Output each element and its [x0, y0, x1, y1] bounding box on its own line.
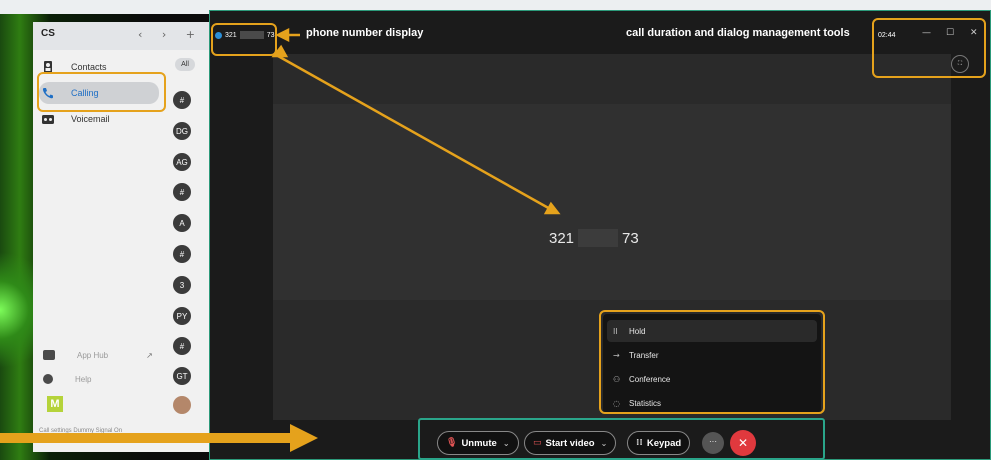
user-initials[interactable]: CS: [41, 28, 63, 44]
annotation-box-calling: [37, 72, 166, 112]
contact-avatar[interactable]: 3: [173, 276, 191, 294]
external-link-icon: ↗: [146, 350, 153, 360]
app-logo: M: [47, 396, 63, 412]
redaction-mask: [578, 229, 619, 247]
nav-label-voicemail: Voicemail: [71, 114, 110, 124]
settings-row[interactable]: Call settings Dummy Signal On: [39, 428, 122, 434]
nav-item-app-hub[interactable]: App Hub ↗: [43, 350, 153, 360]
contact-avatar[interactable]: PY: [173, 307, 191, 325]
annotation-box-menu: [599, 310, 825, 414]
contact-avatar[interactable]: #: [173, 91, 191, 109]
contact-avatar[interactable]: DG: [173, 122, 191, 140]
help-label: Help: [75, 374, 92, 384]
contact-photo-avatar[interactable]: [173, 396, 191, 414]
filter-all-button[interactable]: All: [175, 58, 195, 71]
app-hub-icon: [43, 350, 55, 360]
contact-avatar[interactable]: #: [173, 183, 191, 201]
big-number-suffix: 73: [622, 229, 639, 247]
contact-avatar[interactable]: GT: [173, 367, 191, 385]
annotation-phone-label: phone number display: [306, 27, 424, 39]
caller-number-display: 321 73: [549, 229, 639, 247]
contact-avatar[interactable]: #: [173, 245, 191, 263]
nav-label-contacts: Contacts: [71, 62, 107, 72]
nav-controls[interactable]: ‹ › +: [138, 28, 203, 41]
annotation-box-toolbar: [418, 418, 825, 460]
contact-avatar[interactable]: #: [173, 337, 191, 355]
contact-avatar[interactable]: AG: [173, 153, 191, 171]
voicemail-icon: [39, 112, 57, 126]
app-hub-label: App Hub: [77, 350, 109, 360]
big-number-prefix: 321: [549, 229, 575, 247]
app-header: CS ‹ › +: [33, 22, 209, 50]
stage-band: [273, 104, 951, 300]
annotation-tools-label: call duration and dialog management tool…: [626, 27, 850, 39]
nav-item-help[interactable]: Help: [43, 374, 91, 384]
annotation-box-phone: [211, 23, 277, 56]
annotation-box-tools: [872, 18, 986, 78]
help-icon: [43, 374, 53, 384]
contact-avatar[interactable]: A: [173, 214, 191, 232]
